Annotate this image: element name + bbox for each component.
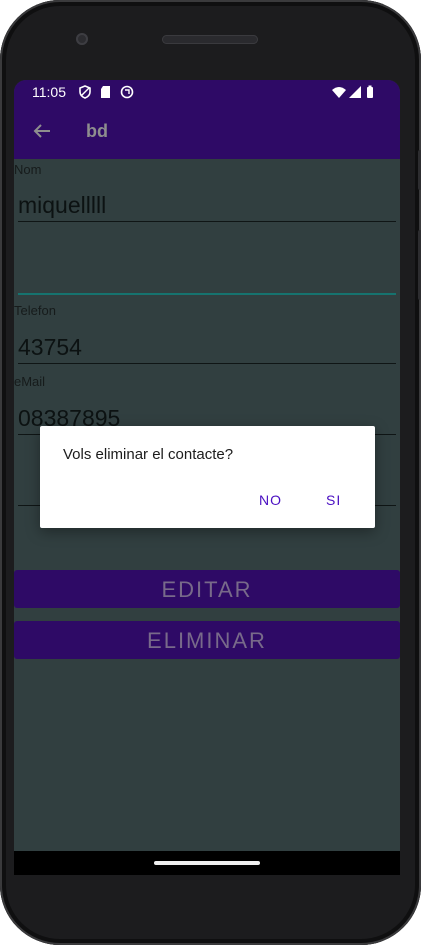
dialog-no-button[interactable]: NO — [259, 492, 282, 508]
email-label: eMail — [14, 374, 46, 389]
delete-button[interactable]: ELIMINAR — [14, 621, 400, 659]
empty-text-field[interactable] — [18, 225, 396, 295]
app-title: bd — [86, 121, 108, 141]
navigation-bar — [14, 851, 400, 875]
nom-value: miquelllll — [18, 192, 107, 218]
nom-label: Nom — [14, 162, 42, 177]
shield-icon — [79, 85, 91, 99]
telefon-value: 43754 — [18, 334, 82, 360]
earpiece-speaker — [162, 35, 258, 44]
edit-button[interactable]: EDITAR — [14, 570, 400, 608]
battery-icon — [367, 85, 373, 98]
wifi-icon — [332, 87, 346, 98]
app-bar: bd — [14, 104, 400, 159]
dialog-yes-button[interactable]: SI — [326, 492, 341, 508]
telefon-label: Telefon — [14, 303, 56, 318]
status-bar: 11:05 — [14, 80, 400, 104]
home-gesture-handle[interactable] — [154, 861, 260, 865]
signal-icon — [349, 86, 361, 98]
sd-card-icon — [101, 86, 110, 98]
telefon-field[interactable]: 43754 — [18, 321, 396, 364]
front-camera — [76, 33, 88, 45]
phone-frame: 11:05 bd Nom miquelllll Telefon 43754 eM… — [0, 0, 421, 945]
arrow-back-icon[interactable] — [32, 121, 52, 141]
confirm-dialog: Vols eliminar el contacte? NO SI — [40, 426, 375, 528]
status-time: 11:05 — [32, 84, 66, 100]
dialog-message: Vols eliminar el contacte? — [63, 446, 234, 463]
nom-field[interactable]: miquelllll — [18, 179, 396, 222]
sync-icon — [120, 85, 134, 99]
